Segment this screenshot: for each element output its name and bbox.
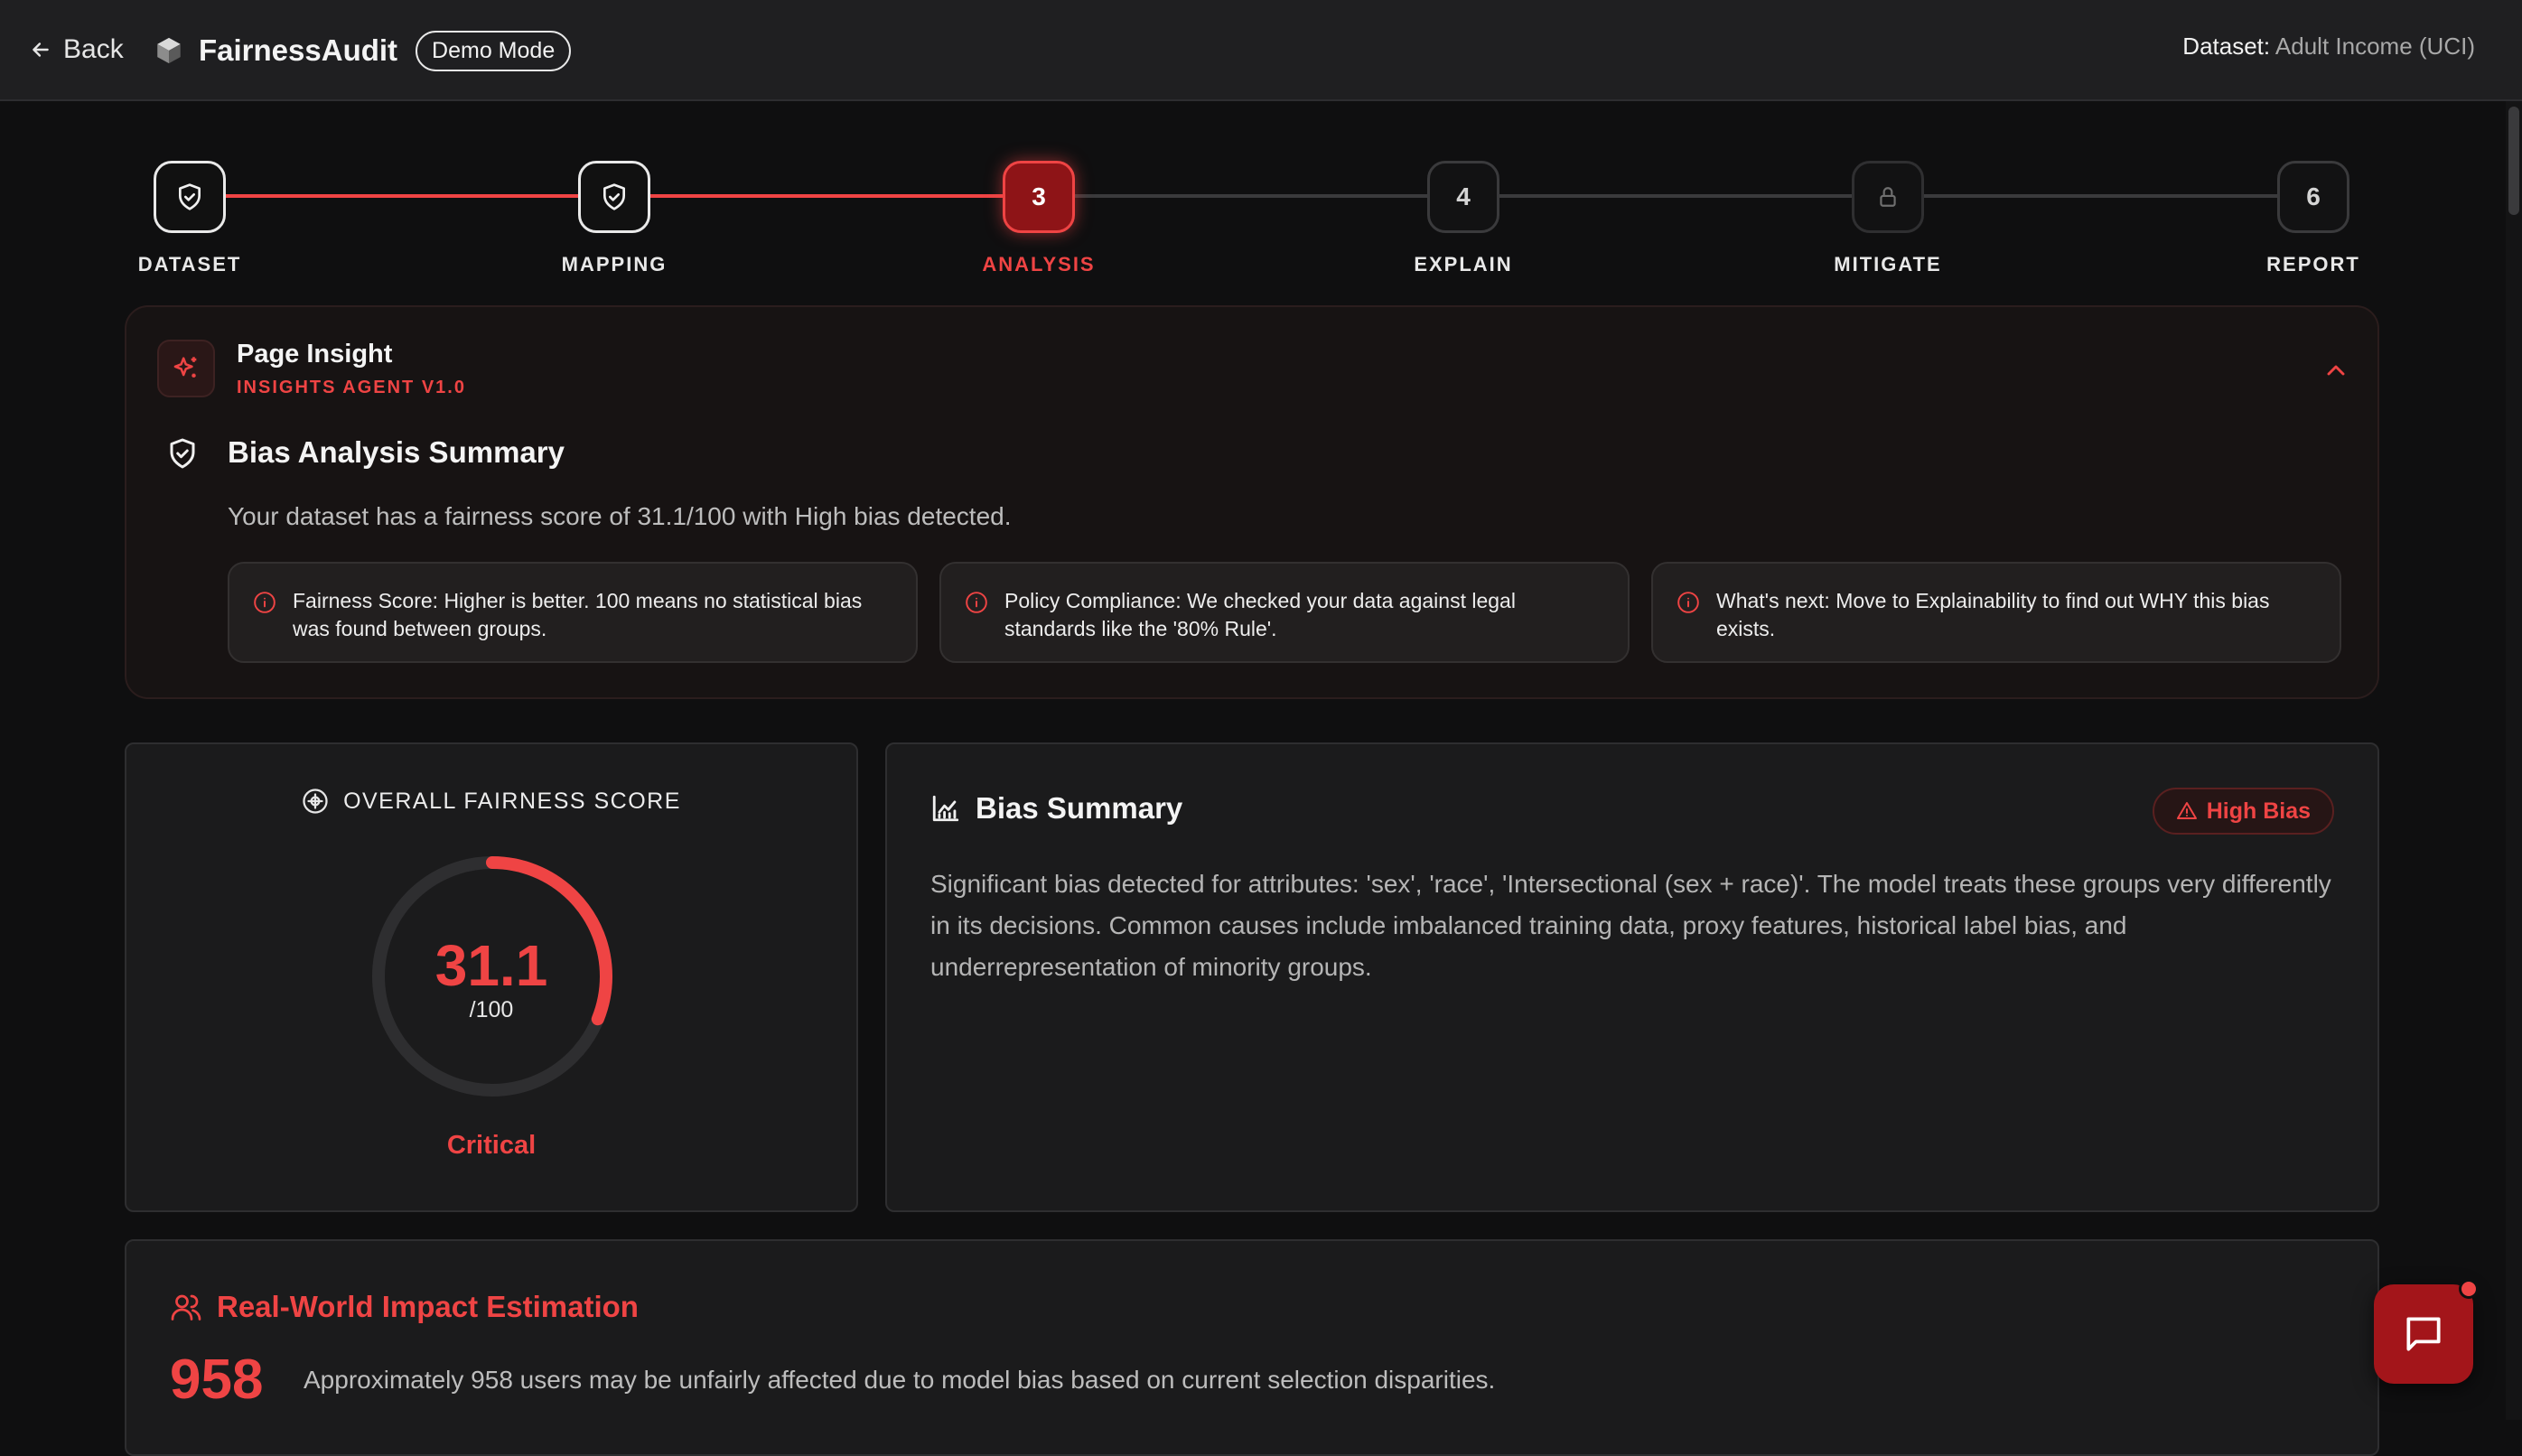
chevron-up-icon[interactable] (2321, 356, 2350, 385)
dataset-label: Dataset: (2182, 33, 2271, 60)
step-connector-pending (1075, 194, 2312, 198)
info-icon (1677, 592, 1699, 613)
impact-number: 958 (170, 1349, 264, 1411)
step-mitigate-circle (1852, 161, 1924, 233)
bias-summary-text: Significant bias detected for attributes… (930, 870, 2331, 981)
chat-bubble-icon (2406, 1317, 2441, 1351)
shield-check-icon (179, 183, 201, 210)
shield-check-icon (603, 183, 625, 210)
step-mitigate-label: MITIGATE (1834, 253, 1942, 275)
step-dataset-circle (154, 161, 226, 233)
step-mapping-circle (578, 161, 650, 233)
demo-mode-badge: Demo Mode (416, 30, 572, 71)
step-report-circle: 6 (2277, 161, 2349, 233)
step-report-label: REPORT (2266, 253, 2360, 275)
bias-summary-heading: Bias Summary (930, 791, 1182, 826)
bias-summary-card: Bias Summary High Bias Significant bias … (885, 742, 2379, 1212)
impact-heading: Real-World Impact Estimation (170, 1290, 639, 1324)
fairness-score-card: OVERALL FAIRNESS SCORE 31.1 /100 Critica… (125, 742, 858, 1212)
impact-title: Real-World Impact Estimation (217, 1290, 639, 1323)
score-heading: OVERALL FAIRNESS SCORE (126, 788, 856, 815)
step-explain-label: EXPLAIN (1414, 253, 1513, 275)
insight-subtitle: INSIGHTS AGENT V1.0 (237, 378, 466, 397)
step-report[interactable]: 6 REPORT (2241, 161, 2386, 276)
insight-icon-box (157, 340, 215, 397)
target-icon (303, 789, 328, 814)
step-explain[interactable]: 4 EXPLAIN (1391, 161, 1536, 276)
impact-text: Approximately 958 users may be unfairly … (304, 1366, 1496, 1394)
score-heading-text: OVERALL FAIRNESS SCORE (343, 788, 681, 814)
arrow-left-icon (33, 42, 49, 57)
chart-line-icon (932, 795, 959, 822)
notification-dot (2459, 1279, 2479, 1299)
score-status: Critical (446, 1131, 537, 1160)
tip-card-fairness: Fairness Score: Higher is better. 100 me… (228, 562, 918, 663)
sparkles-icon (173, 357, 197, 378)
tip-text: Policy Compliance: We checked your data … (1004, 589, 1516, 640)
step-analysis[interactable]: 3 ANALYSIS (967, 161, 1111, 276)
lock-icon (1880, 187, 1896, 207)
impact-card: Real-World Impact Estimation 958 Approxi… (125, 1239, 2379, 1456)
shield-check-icon (170, 438, 195, 469)
step-analysis-circle: 3 (1003, 161, 1075, 233)
chat-button[interactable] (2374, 1279, 2479, 1384)
step-explain-circle: 4 (1427, 161, 1499, 233)
brand: FairnessAudit Demo Mode (154, 25, 572, 76)
step-dataset[interactable]: DATASET (117, 161, 262, 276)
cube-logo-icon (157, 37, 181, 64)
users-icon (171, 1294, 201, 1321)
score-max: /100 (469, 997, 514, 1022)
info-icon (254, 592, 276, 613)
page-insight-panel: Page Insight INSIGHTS AGENT V1.0 Bias An… (125, 305, 2379, 699)
warning-triangle-icon (2176, 802, 2197, 819)
progress-stepper: DATASET MAPPING 3 ANALYSIS 4 EXPLAIN MIT… (0, 154, 2522, 280)
back-button[interactable]: Back (29, 27, 124, 72)
step-analysis-label: ANALYSIS (982, 253, 1096, 275)
step-mitigate[interactable]: MITIGATE (1816, 161, 1960, 276)
dataset-info: Dataset: Adult Income (UCI) (2182, 33, 2475, 61)
insight-title: Page Insight (237, 340, 393, 369)
tip-card-next: What's next: Move to Explainability to f… (1651, 562, 2341, 663)
bias-summary-title: Bias Summary (976, 791, 1183, 825)
scrollbar-track[interactable] (2506, 101, 2522, 1420)
brand-name: FairnessAudit (199, 33, 398, 67)
step-dataset-label: DATASET (137, 253, 242, 275)
step-mapping-label: MAPPING (561, 253, 668, 275)
tip-text: What's next: Move to Explainability to f… (1716, 589, 2270, 640)
tip-text: Fairness Score: Higher is better. 100 me… (293, 589, 863, 640)
back-label: Back (63, 34, 124, 64)
step-mapping[interactable]: MAPPING (542, 161, 687, 276)
top-bar: Back FairnessAudit Demo Mode Dataset: Ad… (0, 0, 2522, 101)
high-bias-label: High Bias (2206, 798, 2311, 824)
summary-title: Bias Analysis Summary (228, 435, 565, 469)
info-icon (966, 592, 987, 613)
high-bias-badge: High Bias (2152, 788, 2334, 835)
summary-text: Your dataset has a fairness score of 31.… (228, 502, 1012, 530)
score-value: 31.1 (434, 933, 548, 998)
tip-card-policy: Policy Compliance: We checked your data … (939, 562, 1630, 663)
dataset-value: Adult Income (UCI) (2274, 33, 2475, 60)
